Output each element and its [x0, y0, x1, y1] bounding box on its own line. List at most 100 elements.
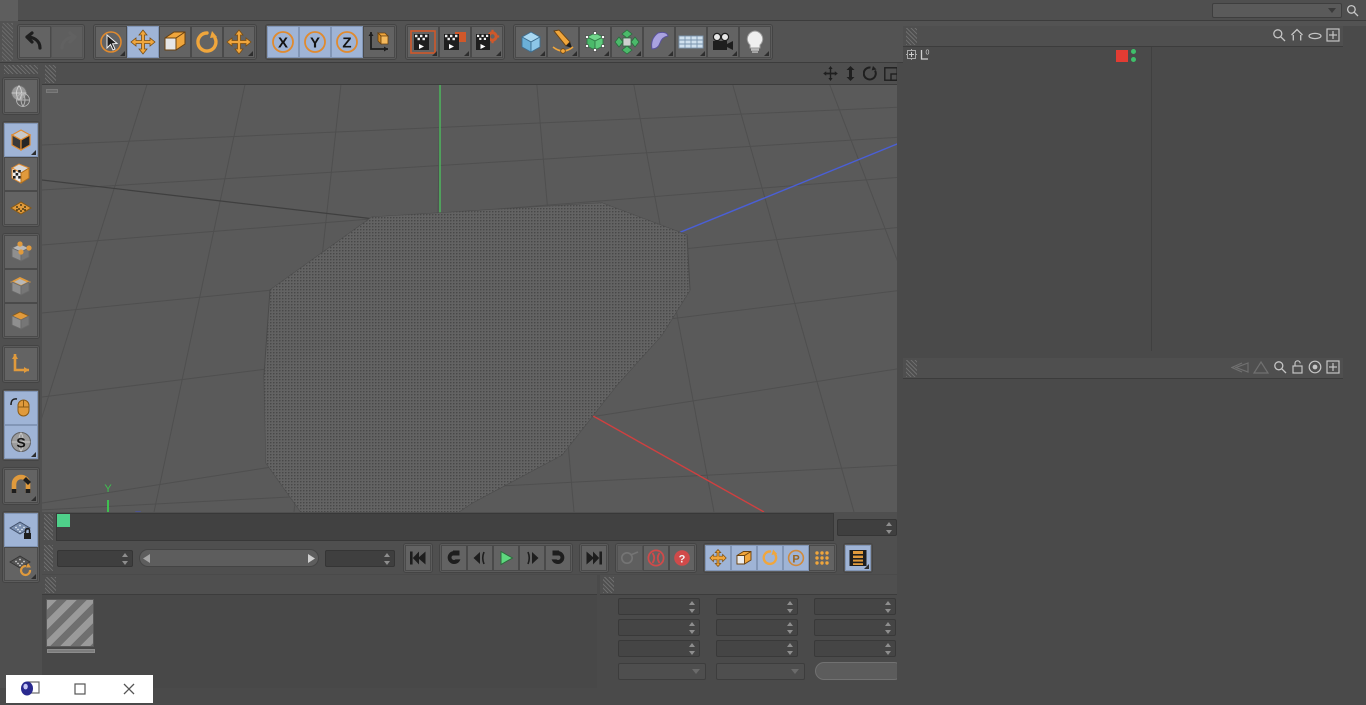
- workplane-rotate-icon[interactable]: [4, 547, 38, 581]
- move-axis-button[interactable]: [223, 25, 255, 58]
- axis-y-button[interactable]: Y: [299, 25, 331, 58]
- coord-rot-p-field[interactable]: [814, 618, 896, 636]
- render-settings-button[interactable]: [471, 25, 503, 58]
- horizontal-splitter[interactable]: [903, 351, 1343, 358]
- step-back-button[interactable]: [467, 545, 493, 571]
- go-to-start-button[interactable]: [405, 545, 431, 571]
- environment-button[interactable]: [675, 25, 707, 58]
- viewport-3d[interactable]: Y X Z: [42, 85, 903, 512]
- next-keyframe-button[interactable]: [545, 545, 571, 571]
- rotate-view-icon[interactable]: [862, 65, 879, 82]
- close-icon[interactable]: [104, 675, 153, 703]
- visibility-dots[interactable]: [1131, 49, 1136, 62]
- maximize-icon[interactable]: [55, 675, 104, 703]
- live-select-tool-button[interactable]: [95, 25, 127, 58]
- search-icon[interactable]: [1272, 28, 1286, 45]
- keyframe-selection-button[interactable]: ?: [669, 545, 695, 571]
- go-to-end-button[interactable]: [581, 545, 607, 571]
- object-manager-grip[interactable]: [906, 27, 917, 45]
- plus-box-icon[interactable]: [1326, 28, 1340, 45]
- spinner-icon[interactable]: [787, 621, 794, 634]
- axis-z-button[interactable]: Z: [331, 25, 363, 58]
- spinner-icon[interactable]: [885, 642, 892, 655]
- viewport-menu-options[interactable]: [104, 63, 120, 85]
- polygon-grid-icon[interactable]: [4, 191, 38, 225]
- transport-grip[interactable]: [44, 545, 53, 571]
- menu-item-motion-tracker[interactable]: [198, 0, 216, 21]
- menu-item-script[interactable]: [342, 0, 360, 21]
- record-active-objects-button[interactable]: [617, 545, 643, 571]
- current-frame-field[interactable]: [837, 518, 897, 536]
- menu-item-create[interactable]: [36, 0, 54, 21]
- dolly-view-icon[interactable]: [842, 65, 859, 82]
- coord-pos-x-field[interactable]: [618, 597, 700, 615]
- menu-item-mesh[interactable]: [90, 0, 108, 21]
- viewport-menu-cameras[interactable]: [72, 63, 88, 85]
- s-snap-icon[interactable]: S: [4, 425, 38, 459]
- menu-item-select[interactable]: [54, 0, 72, 21]
- viewport-grip[interactable]: [45, 64, 56, 83]
- viewport-menu-panel[interactable]: [136, 63, 152, 85]
- coord-mode-dropdown[interactable]: [716, 662, 805, 680]
- menu-item-file[interactable]: [0, 0, 18, 21]
- point-mode-icon[interactable]: [4, 235, 38, 269]
- menu-item-redshift[interactable]: [324, 0, 342, 21]
- current-frame-marker[interactable]: [57, 514, 70, 527]
- deformer-button[interactable]: [611, 25, 643, 58]
- spinner-icon[interactable]: [689, 621, 696, 634]
- menu-item-edit[interactable]: [18, 0, 36, 21]
- coord-rot-h-field[interactable]: [814, 597, 896, 615]
- rotate-tool-button[interactable]: [191, 25, 223, 58]
- spinner-icon[interactable]: [689, 600, 696, 613]
- material-menu-edit[interactable]: [72, 575, 88, 595]
- viewport-menu-display[interactable]: [88, 63, 104, 85]
- ellipse-icon[interactable]: [1308, 30, 1322, 44]
- menu-item-mograph[interactable]: [216, 0, 234, 21]
- light-button[interactable]: [739, 25, 771, 58]
- material-swatch[interactable]: [46, 599, 95, 653]
- toolbar-grip[interactable]: [2, 22, 13, 61]
- camera-button[interactable]: [707, 25, 739, 58]
- end-frame-field[interactable]: [325, 549, 395, 567]
- position-key-button[interactable]: [705, 545, 731, 571]
- app-window-icon[interactable]: [6, 675, 55, 703]
- scene-object-button[interactable]: [643, 25, 675, 58]
- viewport-solo-icon[interactable]: [4, 391, 38, 425]
- spinner-icon[interactable]: [787, 642, 794, 655]
- menu-item-3dtoall[interactable]: [306, 0, 324, 21]
- previous-keyframe-button[interactable]: [441, 545, 467, 571]
- home-icon[interactable]: [1290, 28, 1304, 45]
- menu-item-animate[interactable]: [126, 0, 144, 21]
- material-menu-create[interactable]: [56, 575, 72, 595]
- spinner-icon[interactable]: [885, 600, 892, 613]
- coord-size-x-field[interactable]: [716, 597, 798, 615]
- model-mode-icon[interactable]: [4, 123, 38, 157]
- menu-item-snap[interactable]: [108, 0, 126, 21]
- coord-size-z-field[interactable]: [716, 639, 798, 657]
- material-menu-texture[interactable]: [104, 575, 120, 595]
- material-grip[interactable]: [45, 576, 56, 593]
- target-icon[interactable]: [1308, 360, 1322, 377]
- start-frame-field[interactable]: [57, 549, 133, 567]
- timeline-toggle-button[interactable]: [845, 545, 871, 571]
- timeline-ruler[interactable]: [56, 513, 834, 541]
- menu-item-pipeline[interactable]: [252, 0, 270, 21]
- menu-item-plugins[interactable]: [270, 0, 288, 21]
- texture-mode-icon[interactable]: [4, 157, 38, 191]
- menu-item-character[interactable]: [234, 0, 252, 21]
- next-nav-icon[interactable]: [1252, 360, 1270, 377]
- timeline-grip[interactable]: [44, 514, 53, 540]
- unlock-icon[interactable]: [1291, 360, 1304, 377]
- viewport-menu-filter[interactable]: [120, 63, 136, 85]
- move-tool-button[interactable]: [127, 25, 159, 58]
- coord-rot-b-field[interactable]: [814, 639, 896, 657]
- undo-button[interactable]: [19, 25, 51, 58]
- axis-x-button[interactable]: X: [267, 25, 299, 58]
- edge-mode-icon[interactable]: [4, 269, 38, 303]
- coord-system-dropdown[interactable]: [618, 662, 707, 680]
- rotation-key-button[interactable]: [757, 545, 783, 571]
- coord-pos-z-field[interactable]: [618, 639, 700, 657]
- menu-item-render[interactable]: [162, 0, 180, 21]
- spinner-icon[interactable]: [122, 552, 129, 565]
- viewport-menu-view[interactable]: [56, 63, 72, 85]
